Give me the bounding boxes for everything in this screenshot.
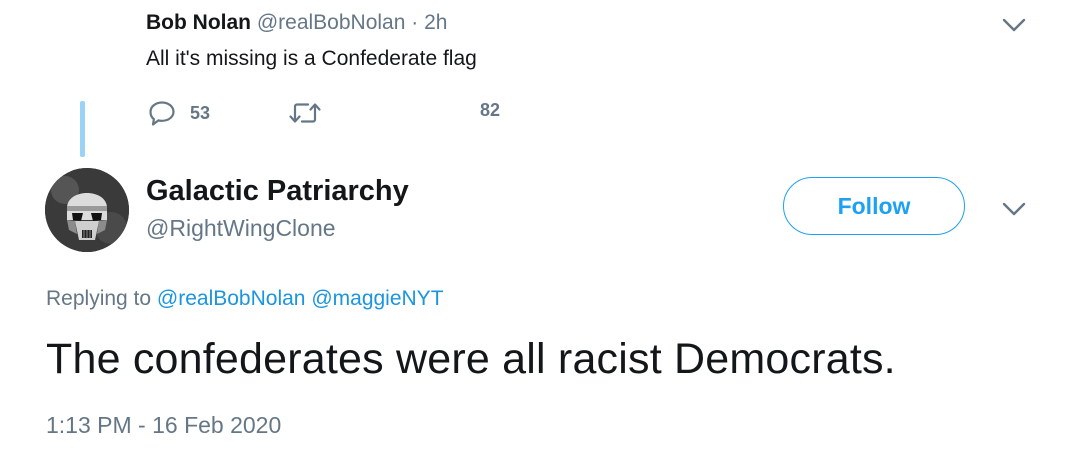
mention-link[interactable]: @realBobNolan [157,287,306,310]
like-count: 82 [480,100,501,120]
parent-handle[interactable]: @realBobNolan [257,11,406,34]
main-tweet-text: The confederates were all racist Democra… [46,335,896,383]
main-handle[interactable]: @RightWingClone [146,214,336,242]
stormtrooper-avatar-icon [45,168,129,252]
parent-tweet-header: Bob Nolan @realBobNolan · 2h [146,10,447,36]
follow-button[interactable]: Follow [783,177,965,235]
like-button[interactable]: 82 [430,100,500,121]
parent-display-name[interactable]: Bob Nolan [146,11,251,34]
main-display-name[interactable]: Galactic Patriarchy [146,174,409,208]
thread-connector-line [80,101,85,157]
parent-separator: · [411,11,419,34]
retweet-icon [289,103,321,123]
replying-to-line: Replying to @realBobNolan @maggieNYT [46,286,444,312]
replying-to-label: Replying to [46,287,152,310]
chevron-down-icon[interactable] [1001,17,1027,33]
parent-tweet-text: All it's missing is a Confederate flag [146,47,477,70]
mention-link[interactable]: @maggieNYT [311,287,443,310]
parent-time-ago[interactable]: 2h [424,11,447,34]
reply-count: 53 [190,102,211,123]
avatar[interactable] [45,168,129,252]
retweet-button[interactable] [288,100,336,126]
tweet-timestamp[interactable]: 1:13 PM - 16 Feb 2020 [46,411,281,439]
reply-icon [149,101,175,126]
reply-button[interactable]: 53 [148,100,210,126]
chevron-down-icon[interactable] [1001,201,1027,217]
